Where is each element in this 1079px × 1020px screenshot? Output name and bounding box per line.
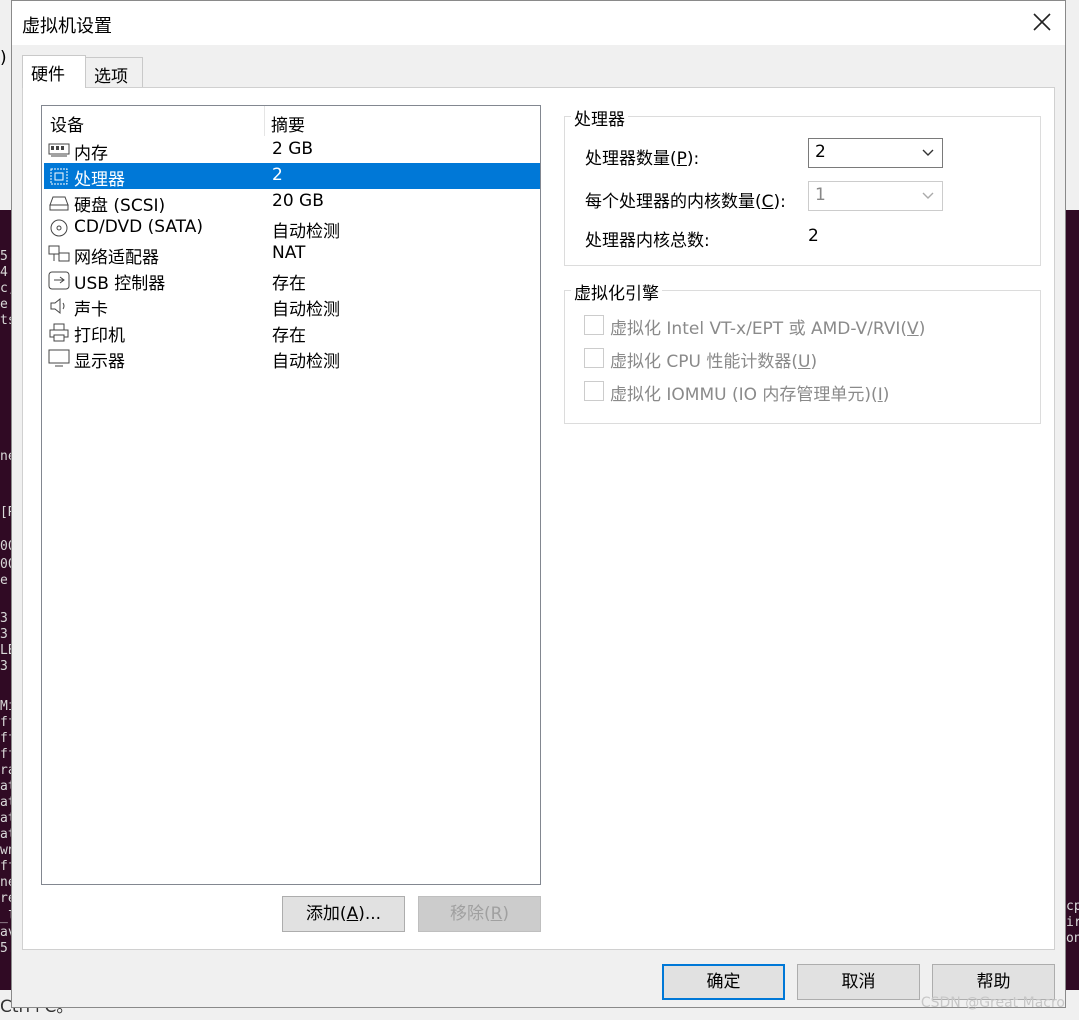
vtx-ept-checkbox[interactable]: [584, 315, 604, 335]
tab-options[interactable]: 选项: [85, 57, 143, 87]
processor-group-legend: 处理器: [571, 105, 628, 130]
tab-hardware[interactable]: 硬件: [22, 55, 86, 88]
processor-count-select[interactable]: 2: [808, 138, 943, 168]
cpu-perf-counters-label: 虚拟化 CPU 性能计数器(U): [610, 352, 818, 372]
cd-dvd-icon: [50, 219, 68, 237]
display-icon: [48, 349, 70, 367]
virtualization-group-legend: 虚拟化引擎: [571, 279, 662, 304]
device-summary: 自动检测: [272, 300, 340, 320]
terminal-text-fragment: e: [0, 297, 8, 312]
iommu-checkbox[interactable]: [584, 381, 604, 401]
device-summary: 存在: [272, 274, 306, 294]
device-row[interactable]: 声卡 自动检测: [44, 293, 540, 320]
device-name: 硬盘 (SCSI): [74, 196, 166, 216]
network-adapter-icon: [48, 245, 70, 262]
device-row[interactable]: 显示器 自动检测: [44, 345, 540, 372]
processor-group: 处理器 处理器数量(P): 2 每个处理器的内核数量(C): 1 处理器内核总数…: [564, 105, 1041, 266]
terminal-text-fragment: ir: [1066, 915, 1079, 930]
device-row[interactable]: 硬盘 (SCSI) 20 GB: [44, 189, 540, 216]
title-bar: 虚拟机设置: [12, 1, 1065, 45]
total-cores-label: 处理器内核总数:: [585, 231, 710, 251]
close-icon[interactable]: [1029, 9, 1055, 35]
device-name: 内存: [74, 144, 108, 164]
device-list-header: 设备 摘要: [42, 106, 540, 136]
hardware-panel: 设备 摘要 内存 2 GB 处理器 2 硬盘 (SCSI) 20 GB CD/DVD (SA…: [22, 87, 1055, 950]
device-summary: 自动检测: [272, 352, 340, 372]
device-summary: 存在: [272, 326, 306, 346]
chevron-down-icon: [922, 149, 934, 156]
hard-disk-icon: [49, 196, 69, 211]
memory-icon: [48, 143, 70, 157]
device-name: 声卡: [74, 300, 108, 320]
column-header-device[interactable]: 设备: [50, 111, 84, 136]
device-name: CD/DVD (SATA): [74, 217, 203, 237]
terminal-text-fragment: 4: [0, 265, 8, 280]
cpu-perf-counters-checkbox[interactable]: [584, 348, 604, 368]
remove-button[interactable]: 移除(R): [418, 896, 541, 932]
terminal-text-fragment: 3: [0, 611, 8, 626]
device-name: USB 控制器: [74, 274, 166, 294]
device-summary: NAT: [272, 243, 306, 263]
usb-icon: [48, 271, 70, 290]
terminal-text-fragment: on: [1066, 931, 1079, 946]
sound-card-icon: [50, 297, 65, 315]
printer-icon: [49, 323, 69, 342]
background-terminal-right: cp ir on: [1066, 0, 1079, 1020]
watermark: CSDN @Great Macro: [920, 995, 1065, 1011]
terminal-text-fragment: e: [0, 573, 8, 588]
cores-per-processor-select[interactable]: 1: [808, 181, 943, 211]
chevron-down-icon: [922, 192, 934, 199]
window-title: 虚拟机设置: [22, 16, 112, 37]
device-row[interactable]: 内存 2 GB: [44, 137, 540, 164]
virtualization-engine-group: 虚拟化引擎 虚拟化 Intel VT-x/EPT 或 AMD-V/RVI(V) …: [564, 279, 1041, 424]
device-row[interactable]: 打印机 存在: [44, 319, 540, 346]
cores-per-processor-label: 每个处理器的内核数量(C):: [585, 192, 786, 212]
device-row[interactable]: 网络适配器 NAT: [44, 241, 540, 268]
terminal-text-fragment: cp: [1066, 899, 1079, 914]
total-cores-value: 2: [808, 226, 819, 246]
device-row[interactable]: 处理器 2: [44, 163, 540, 190]
background-title-fragment: ): [0, 48, 7, 68]
device-name: 网络适配器: [74, 248, 159, 268]
add-button[interactable]: 添加(A)...: [282, 896, 405, 932]
device-summary: 2 GB: [272, 139, 314, 159]
processor-count-label: 处理器数量(P):: [585, 149, 700, 169]
device-list[interactable]: 设备 摘要 内存 2 GB 处理器 2 硬盘 (SCSI) 20 GB CD/DVD (SA…: [41, 105, 541, 885]
device-summary: 2: [272, 165, 283, 185]
terminal-text-fragment: 3: [0, 659, 8, 674]
terminal-text-fragment: 3: [0, 627, 8, 642]
device-row[interactable]: CD/DVD (SATA) 自动检测: [44, 215, 540, 242]
ok-button[interactable]: 确定: [662, 964, 785, 1000]
device-name: 显示器: [74, 352, 125, 372]
processor-icon: [50, 168, 68, 185]
iommu-label: 虚拟化 IOMMU (IO 内存管理单元)(I): [610, 385, 890, 405]
vm-settings-dialog: 虚拟机设置 硬件 选项 设备 摘要 内存 2 GB 处理器 2 硬盘 (SCSI) 20 …: [11, 0, 1066, 1008]
device-name: 打印机: [74, 326, 125, 346]
vtx-ept-label: 虚拟化 Intel VT-x/EPT 或 AMD-V/RVI(V): [610, 319, 926, 339]
device-row[interactable]: USB 控制器 存在: [44, 267, 540, 294]
column-header-summary[interactable]: 摘要: [271, 111, 305, 136]
cancel-button[interactable]: 取消: [797, 964, 920, 1000]
device-summary: 自动检测: [272, 222, 340, 242]
device-name: 处理器: [74, 170, 125, 190]
device-summary: 20 GB: [272, 191, 324, 211]
